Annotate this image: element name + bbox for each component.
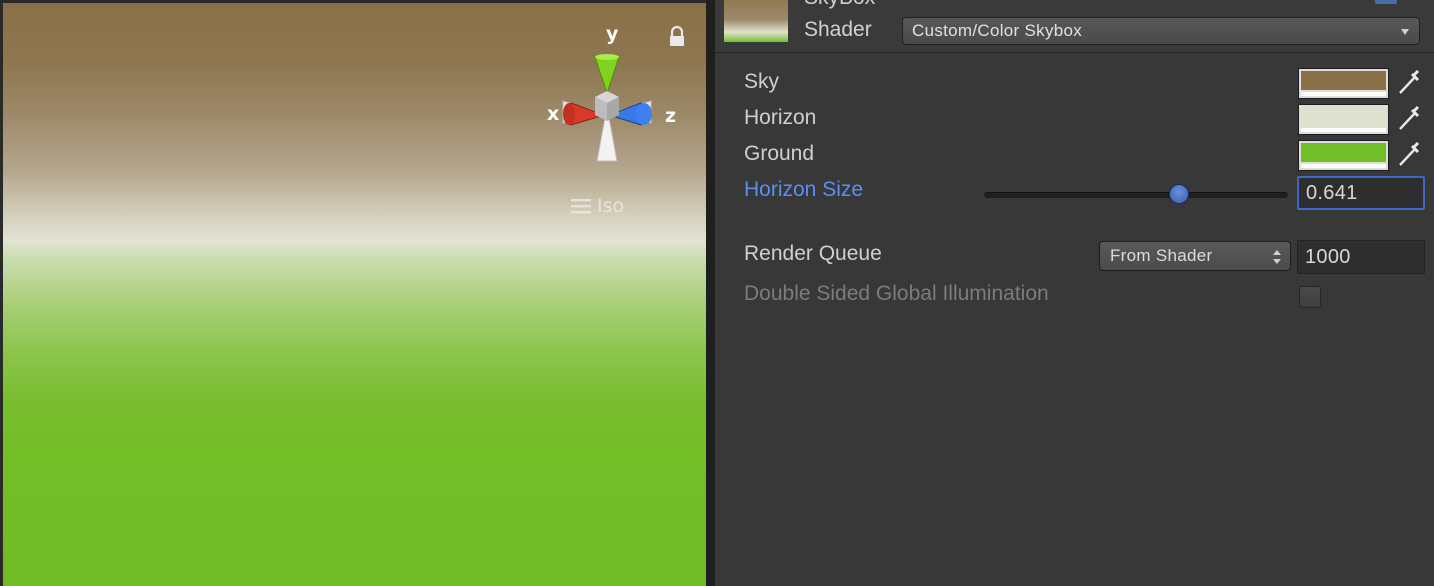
sky-alpha-bar <box>1301 92 1386 96</box>
orientation-gizmo[interactable]: y x z <box>543 23 693 173</box>
ground-alpha-bar <box>1301 164 1386 168</box>
book-icon[interactable] <box>1365 0 1425 6</box>
sky-color-fill <box>1301 71 1386 90</box>
eyedropper-icon[interactable] <box>1397 106 1421 132</box>
menu-icon <box>571 199 591 214</box>
double-sided-gi-label: Double Sided Global Illumination <box>744 282 1049 305</box>
ground-color-fill <box>1301 143 1386 162</box>
material-name: SkyBox <box>804 0 875 10</box>
eyedropper-icon[interactable] <box>1397 142 1421 168</box>
render-queue-dropdown[interactable]: From Shader <box>1099 241 1291 271</box>
scene-view[interactable]: y x z Iso <box>3 3 706 586</box>
y-axis-cone <box>594 56 620 95</box>
eyedropper-icon[interactable] <box>1397 70 1421 96</box>
material-header: SkyBox Shader Custom/Color Skybox <box>715 0 1434 53</box>
shader-label: Shader <box>804 18 872 41</box>
horizon-size-slider-thumb[interactable] <box>1168 184 1189 204</box>
sky-label: Sky <box>744 70 780 93</box>
horizon-size-label: Horizon Size <box>744 178 864 201</box>
ground-color-field[interactable] <box>1298 140 1389 171</box>
projection-toggle[interactable]: Iso <box>571 193 624 219</box>
sky-color-field[interactable] <box>1298 68 1389 99</box>
inspector-panel: SkyBox Shader Custom/Color Skybox Sky Ho… <box>715 0 1434 586</box>
up-down-arrows-icon <box>1273 250 1281 264</box>
horizon-alpha-bar <box>1301 128 1386 132</box>
render-queue-label: Render Queue <box>744 242 882 265</box>
render-queue-mode: From Shader <box>1110 246 1213 265</box>
double-sided-gi-checkbox[interactable] <box>1299 286 1321 308</box>
render-queue-input[interactable]: 1000 <box>1297 240 1425 274</box>
shader-value: Custom/Color Skybox <box>912 21 1083 40</box>
panel-splitter[interactable] <box>706 0 715 586</box>
horizon-color-field[interactable] <box>1298 104 1389 135</box>
horizon-size-slider-track[interactable] <box>984 192 1288 198</box>
projection-label: Iso <box>597 195 625 217</box>
horizon-label: Horizon <box>744 106 817 129</box>
shader-dropdown[interactable]: Custom/Color Skybox <box>902 17 1420 45</box>
horizon-color-fill <box>1301 107 1386 126</box>
y-axis-label: y <box>606 23 619 45</box>
ground-label: Ground <box>744 142 815 165</box>
horizon-size-input[interactable]: 0.641 <box>1297 176 1425 210</box>
material-preview-thumbnail[interactable] <box>724 0 788 42</box>
x-axis-label: x <box>547 103 560 125</box>
chevron-down-icon <box>1401 29 1409 35</box>
z-axis-label: z <box>665 105 677 127</box>
